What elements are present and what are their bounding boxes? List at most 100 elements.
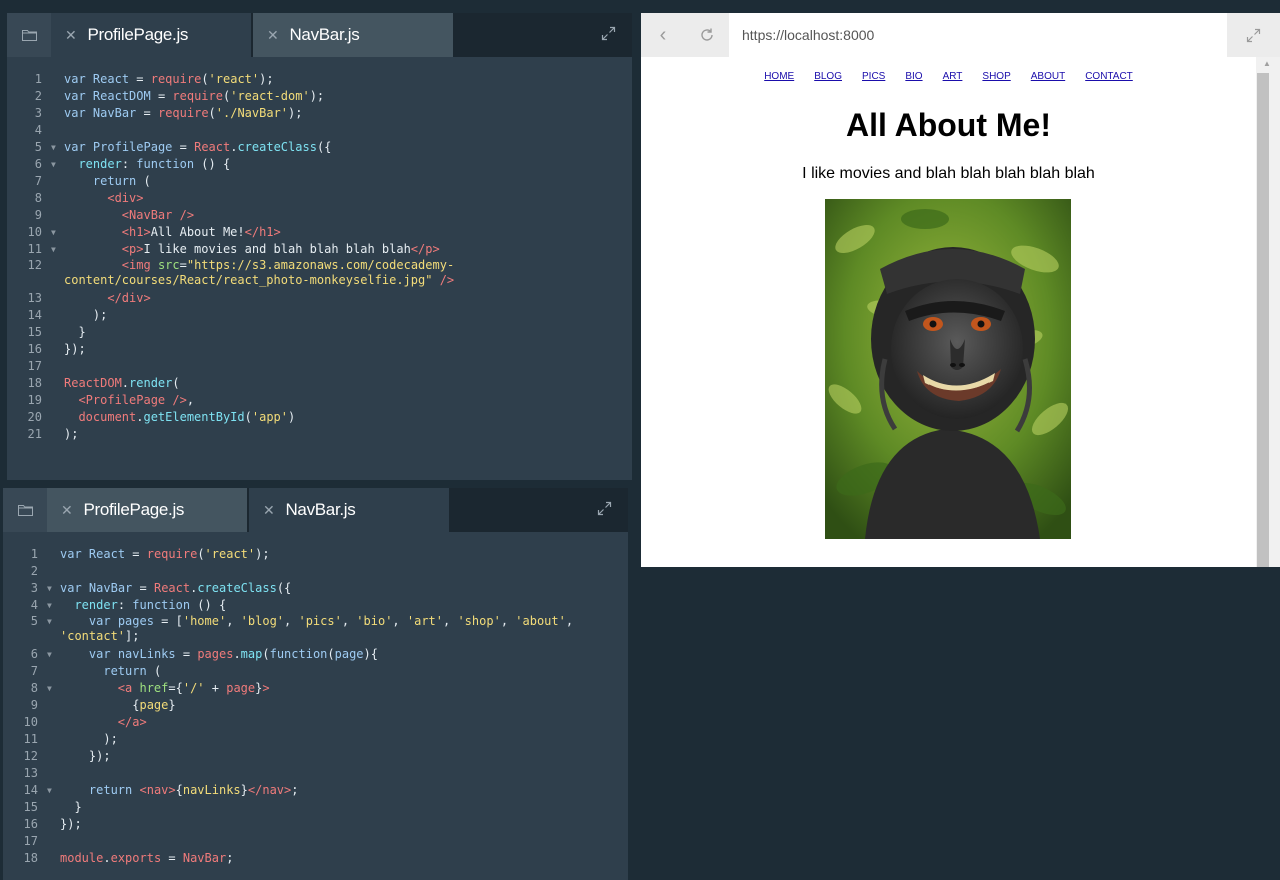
code-line[interactable]: 4 ▼ render: function () { — [3, 597, 628, 614]
line-number: 16 — [23, 817, 38, 831]
close-tab-icon[interactable]: ✕ — [65, 27, 77, 44]
nav-link-contact[interactable]: CONTACT — [1085, 71, 1133, 82]
code-line[interactable]: 12 }); — [3, 748, 628, 765]
code-text: render: function () { — [78, 157, 231, 171]
code-line[interactable]: 3 ▼ var NavBar = React.createClass({ — [3, 580, 628, 597]
code-text: ReactDOM.render( — [64, 376, 180, 390]
code-text: var NavBar = React.createClass({ — [60, 581, 292, 595]
code-line[interactable]: 21); — [7, 426, 632, 443]
code-line[interactable]: 17 — [3, 833, 628, 850]
expand-icon[interactable] — [601, 26, 616, 41]
close-tab-icon[interactable]: ✕ — [263, 502, 275, 519]
code-line[interactable]: 18 module.exports = NavBar; — [3, 850, 628, 867]
code-line[interactable]: 10 </a> — [3, 714, 628, 731]
fold-arrow-icon[interactable]: ▼ — [47, 580, 52, 597]
nav-link-about[interactable]: ABOUT — [1031, 71, 1065, 82]
fold-arrow-icon[interactable]: ▼ — [51, 241, 56, 258]
code-text: return ( — [103, 664, 162, 678]
code-line[interactable]: 9 <NavBar /> — [7, 207, 632, 224]
code-line[interactable]: 17 — [7, 358, 632, 375]
tab-label: NavBar.js — [289, 25, 360, 44]
tab-label: NavBar.js — [285, 500, 356, 519]
nav-link-blog[interactable]: BLOG — [814, 71, 842, 82]
expand-icon[interactable] — [597, 501, 612, 516]
code-text: var ReactDOM = require('react-dom'); — [64, 89, 325, 103]
page-title: All About Me! — [846, 107, 1051, 143]
code-text: var React = require('react'); — [60, 547, 270, 561]
code-text: var React = require('react'); — [64, 72, 274, 86]
nav-link-bio[interactable]: BIO — [905, 71, 922, 82]
nav-link-home[interactable]: HOME — [764, 71, 794, 82]
code-line[interactable]: 8 ▼ <a href={'/' + page}> — [3, 680, 628, 697]
code-line[interactable]: 16}); — [3, 816, 628, 833]
code-line[interactable]: 13 — [3, 765, 628, 782]
code-text: module.exports = NavBar; — [60, 851, 234, 865]
code-line[interactable]: 12 <img src="https://s3.amazonaws.com/co… — [7, 258, 632, 290]
code-line[interactable]: 15 } — [3, 799, 628, 816]
code-line[interactable]: 19 <ProfilePage />, — [7, 392, 632, 409]
tab-profilepage[interactable]: ✕ ProfilePage.js — [51, 13, 251, 57]
nav-link-shop[interactable]: SHOP — [982, 71, 1010, 82]
line-number: 5 — [34, 140, 42, 154]
code-line[interactable]: 20 document.getElementById('app') — [7, 409, 632, 426]
fold-arrow-icon[interactable]: ▼ — [47, 680, 52, 697]
code-line[interactable]: 7 return ( — [3, 663, 628, 680]
nav-link-art[interactable]: ART — [943, 71, 963, 82]
code-line[interactable]: 6 ▼ render: function () { — [7, 156, 632, 173]
code-line[interactable]: 10 ▼ <h1>All About Me!</h1> — [7, 224, 632, 241]
code-line[interactable]: 15 } — [7, 324, 632, 341]
code-line[interactable]: 14 ); — [7, 307, 632, 324]
code-area[interactable]: 1 var React = require('react'); 2 var React… — [7, 57, 632, 443]
code-line[interactable]: 2 — [3, 563, 628, 580]
fold-arrow-icon[interactable]: ▼ — [51, 224, 56, 241]
code-line[interactable]: 2 var ReactDOM = require('react-dom'); — [7, 88, 632, 105]
close-tab-icon[interactable]: ✕ — [267, 27, 279, 44]
editor-pane-bottom[interactable]: ✕ ProfilePage.js ✕ NavBar.js 1 var React … — [3, 488, 628, 880]
nav-link-pics[interactable]: PICS — [862, 71, 885, 82]
folder-icon[interactable] — [3, 488, 47, 532]
fold-arrow-icon[interactable]: ▼ — [51, 156, 56, 173]
fold-arrow-icon[interactable]: ▼ — [51, 139, 56, 156]
tab-navbar[interactable]: ✕ NavBar.js — [249, 488, 449, 532]
code-line[interactable]: 8 <div> — [7, 190, 632, 207]
line-number: 18 — [27, 376, 42, 390]
code-line[interactable]: 11 ▼ <p>I like movies and blah blah blah … — [7, 241, 632, 258]
code-line[interactable]: 11 ); — [3, 731, 628, 748]
code-line[interactable]: 1 var React = require('react'); — [3, 546, 628, 563]
code-line[interactable]: 4 — [7, 122, 632, 139]
expand-icon[interactable] — [1227, 13, 1280, 57]
scrollbar[interactable]: ▲ — [1256, 57, 1280, 567]
line-number: 9 — [34, 208, 42, 222]
fold-arrow-icon[interactable]: ▼ — [47, 782, 52, 799]
folder-icon[interactable] — [7, 13, 51, 57]
fold-arrow-icon[interactable]: ▼ — [47, 646, 52, 663]
fold-arrow-icon[interactable]: ▼ — [47, 597, 52, 614]
code-text: return <nav>{navLinks}</nav>; — [88, 783, 299, 797]
tab-navbar[interactable]: ✕ NavBar.js — [253, 13, 453, 57]
scroll-thumb[interactable] — [1257, 73, 1269, 567]
code-line[interactable]: 16}); — [7, 341, 632, 358]
code-line[interactable]: 1 var React = require('react'); — [7, 71, 632, 88]
code-line[interactable]: 3 var NavBar = require('./NavBar'); — [7, 105, 632, 122]
code-line[interactable]: 5 ▼ var pages = ['home', 'blog', 'pics', … — [3, 614, 628, 646]
code-line[interactable]: 7 return ( — [7, 173, 632, 190]
code-text: <h1>All About Me!</h1> — [121, 225, 281, 239]
code-line[interactable]: 9 {page} — [3, 697, 628, 714]
code-line[interactable]: 5 ▼ var ProfilePage = React.createClass({ — [7, 139, 632, 156]
code-line[interactable]: 13 </div> — [7, 290, 632, 307]
code-line[interactable]: 14 ▼ return <nav>{navLinks}</nav>; — [3, 782, 628, 799]
close-tab-icon[interactable]: ✕ — [61, 502, 73, 519]
code-line[interactable]: 18 ReactDOM.render( — [7, 375, 632, 392]
fold-arrow-icon[interactable]: ▼ — [47, 614, 52, 629]
url-bar[interactable]: https://localhost:8000 — [729, 13, 1227, 57]
line-number: 17 — [23, 834, 38, 848]
line-number: 15 — [27, 325, 42, 339]
editor-pane-top[interactable]: ✕ ProfilePage.js ✕ NavBar.js 1 var React … — [7, 13, 632, 480]
scroll-up-icon[interactable]: ▲ — [1263, 59, 1271, 68]
reload-icon[interactable] — [685, 13, 729, 57]
browser-preview: ‹ https://localhost:8000 HOME BLOG PICS BIO… — [641, 13, 1280, 567]
code-line[interactable]: 6 ▼ var navLinks = pages.map(function(pag… — [3, 646, 628, 663]
tab-profilepage[interactable]: ✕ ProfilePage.js — [47, 488, 247, 532]
code-area[interactable]: 1 var React = require('react'); 2 3 ▼ var Nav… — [3, 532, 628, 867]
back-icon[interactable]: ‹ — [641, 13, 685, 57]
